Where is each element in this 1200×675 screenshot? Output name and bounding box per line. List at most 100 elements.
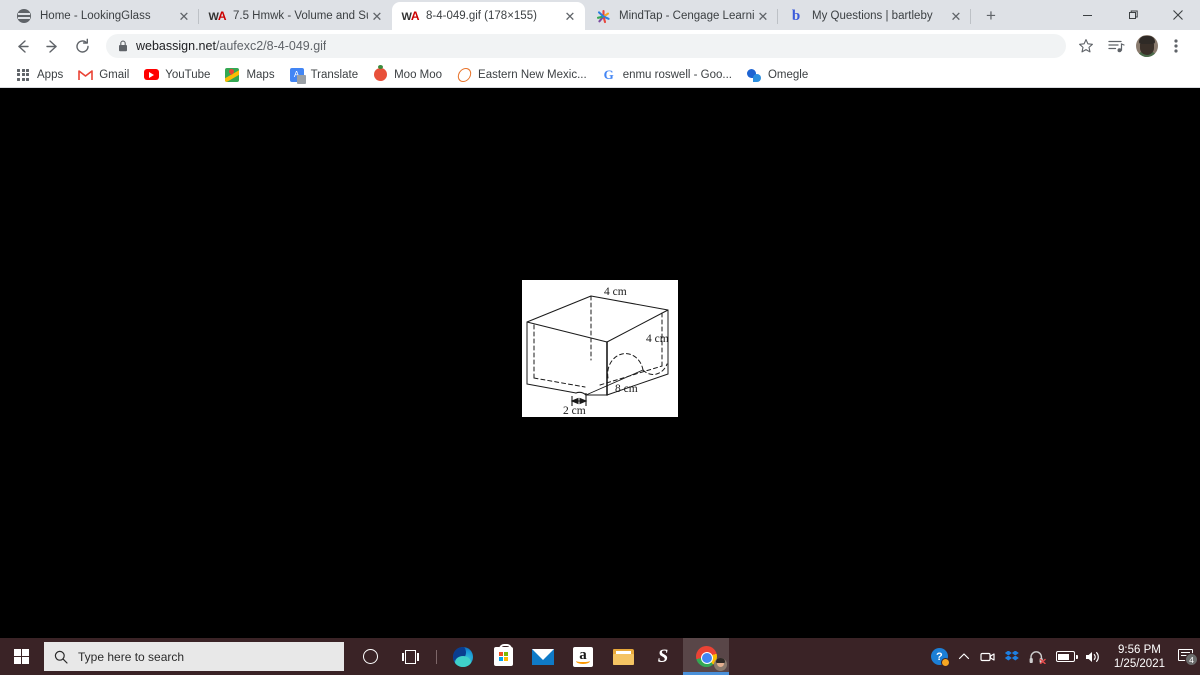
- bookmark-translate[interactable]: A Translate: [282, 64, 366, 86]
- omegle-icon: [746, 67, 762, 83]
- tab-close-icon[interactable]: ✕: [368, 7, 386, 25]
- tab-title: 8-4-049.gif (178×155): [426, 10, 537, 22]
- bookmark-omegle[interactable]: Omegle: [739, 64, 815, 86]
- tray-notification-center[interactable]: 4: [1173, 638, 1200, 675]
- window-controls: [1065, 0, 1200, 30]
- taskbar-clock[interactable]: 9:56 PM 1/25/2021: [1106, 643, 1173, 671]
- search-icon: [54, 650, 68, 664]
- taskbar-item-shazam[interactable]: S: [643, 638, 683, 675]
- bookmark-apps[interactable]: Apps: [8, 64, 70, 86]
- taskbar-item-edge[interactable]: [443, 638, 483, 675]
- tray-dropbox-icon[interactable]: [1000, 638, 1024, 675]
- label-bottom-8cm: 8 cm: [615, 383, 638, 395]
- amazon-glyph: a: [579, 647, 587, 663]
- url-domain: webassign.net: [136, 39, 216, 53]
- windows-logo-icon: [13, 649, 29, 664]
- windows-taskbar: Type here to search a S ? 9:56 PM 1/25/2…: [0, 638, 1200, 675]
- tab-close-icon[interactable]: ✕: [754, 7, 772, 25]
- geometry-figure-image[interactable]: 4 cm 4 cm 8 cm 2 cm: [522, 279, 678, 417]
- chrome-menu-icon[interactable]: [1162, 32, 1190, 60]
- taskbar-search-input[interactable]: Type here to search: [44, 642, 344, 671]
- search-placeholder: Type here to search: [78, 649, 185, 664]
- tray-battery-icon[interactable]: [1051, 638, 1080, 675]
- bookmark-star-icon[interactable]: [1072, 32, 1100, 60]
- taskbar-divider: [436, 649, 437, 664]
- tray-volume-icon[interactable]: [1080, 638, 1106, 675]
- cortana-icon: [362, 649, 378, 664]
- bookmarks-bar: Apps Gmail YouTube Maps A Translate Moo …: [0, 62, 1200, 88]
- tab-8-4-049-gif[interactable]: WA 8-4-049.gif (178×155) ✕: [392, 2, 585, 30]
- reading-list-icon[interactable]: [1102, 32, 1130, 60]
- help-badge-icon: ?: [930, 648, 950, 667]
- google-icon: G: [603, 67, 614, 82]
- start-button[interactable]: [0, 638, 42, 675]
- minimize-button[interactable]: [1065, 0, 1110, 30]
- lock-icon: [118, 40, 128, 52]
- bookmark-eastern-new-mexico[interactable]: Eastern New Mexic...: [449, 64, 594, 86]
- taskbar-item-mail[interactable]: [523, 638, 563, 675]
- maximize-button[interactable]: [1110, 0, 1155, 30]
- taskbar-item-cortana[interactable]: [350, 638, 390, 675]
- bookmark-youtube[interactable]: YouTube: [136, 64, 217, 86]
- notification-count: 4: [1185, 653, 1198, 666]
- address-bar[interactable]: webassign.net/aufexc2/8-4-049.gif: [106, 34, 1066, 58]
- enmu-icon: [456, 67, 473, 83]
- tab-title: MindTap - Cengage Learning: [619, 10, 754, 22]
- gmail-icon: [77, 67, 93, 83]
- bookmark-maps[interactable]: Maps: [217, 64, 281, 86]
- clock-date: 1/25/2021: [1113, 657, 1165, 670]
- bookmark-moo-moo[interactable]: Moo Moo: [365, 64, 449, 86]
- bookmark-label: enmu roswell - Goo...: [622, 68, 732, 81]
- chrome-profile-badge: [714, 658, 727, 671]
- tray-help-icon[interactable]: ?: [926, 638, 953, 675]
- tab-mindtap[interactable]: MindTap - Cengage Learning ✕: [585, 2, 778, 30]
- close-button[interactable]: [1155, 0, 1200, 30]
- forward-icon[interactable]: [38, 32, 66, 60]
- label-top-4cm: 4 cm: [604, 286, 627, 298]
- mindtap-icon: [595, 8, 611, 24]
- bookmark-enmu-roswell[interactable]: G enmu roswell - Goo...: [594, 64, 739, 86]
- tab-bartleby[interactable]: b My Questions | bartleby ✕: [778, 2, 971, 30]
- notch-arc-back-right: [642, 363, 668, 375]
- dropbox-icon: [1004, 650, 1019, 664]
- reload-icon[interactable]: [68, 32, 96, 60]
- maps-icon: [224, 67, 240, 83]
- tab-title: Home - LookingGlass: [40, 10, 151, 22]
- taskbar-item-task-view[interactable]: [390, 638, 430, 675]
- prism-diagram: 4 cm 4 cm 8 cm 2 cm: [526, 286, 669, 417]
- edge-icon: [453, 646, 473, 667]
- back-icon[interactable]: [8, 32, 36, 60]
- globe-icon: [16, 8, 32, 24]
- bookmark-gmail[interactable]: Gmail: [70, 64, 136, 86]
- tab-title: 7.5 Hmwk - Volume and Surfac: [233, 10, 368, 22]
- tray-expand-icon[interactable]: [953, 638, 975, 675]
- notch-arc-back-left: [607, 352, 644, 378]
- tab-close-icon[interactable]: ✕: [947, 7, 965, 25]
- tab-home-lookingglass[interactable]: Home - LookingGlass ✕: [6, 2, 199, 30]
- bookmark-label: Apps: [37, 68, 64, 81]
- clock-time: 9:56 PM: [1118, 643, 1161, 656]
- tab-strip: Home - LookingGlass ✕ WA 7.5 Hmwk - Volu…: [0, 0, 1200, 30]
- youtube-icon: [143, 67, 159, 83]
- taskbar-item-chrome[interactable]: [683, 638, 729, 675]
- bartleby-icon: b: [791, 7, 801, 24]
- taskbar-item-file-explorer[interactable]: [603, 638, 643, 675]
- bookmark-label: YouTube: [165, 68, 211, 81]
- tomato-icon: [372, 65, 388, 83]
- tray-camera-icon[interactable]: [975, 638, 1000, 675]
- tab-close-icon[interactable]: ✕: [561, 7, 579, 25]
- tray-headset-icon[interactable]: [1024, 638, 1051, 675]
- notch-arc-front: [575, 391, 587, 396]
- taskbar-item-microsoft-store[interactable]: [483, 638, 523, 675]
- page-content: 4 cm 4 cm 8 cm 2 cm: [0, 88, 1200, 638]
- profile-avatar[interactable]: [1136, 35, 1158, 57]
- tab-75-hmwk[interactable]: WA 7.5 Hmwk - Volume and Surfac ✕: [199, 2, 392, 30]
- bookmark-label: Moo Moo: [394, 68, 443, 81]
- warning-badge: [940, 658, 950, 667]
- store-icon: [493, 644, 513, 666]
- new-tab-button[interactable]: +: [977, 2, 1005, 30]
- taskbar-items: a S: [350, 638, 729, 675]
- tab-close-icon[interactable]: ✕: [175, 7, 193, 25]
- taskbar-item-amazon[interactable]: a: [563, 638, 603, 675]
- lightning-s-icon: S: [657, 646, 669, 667]
